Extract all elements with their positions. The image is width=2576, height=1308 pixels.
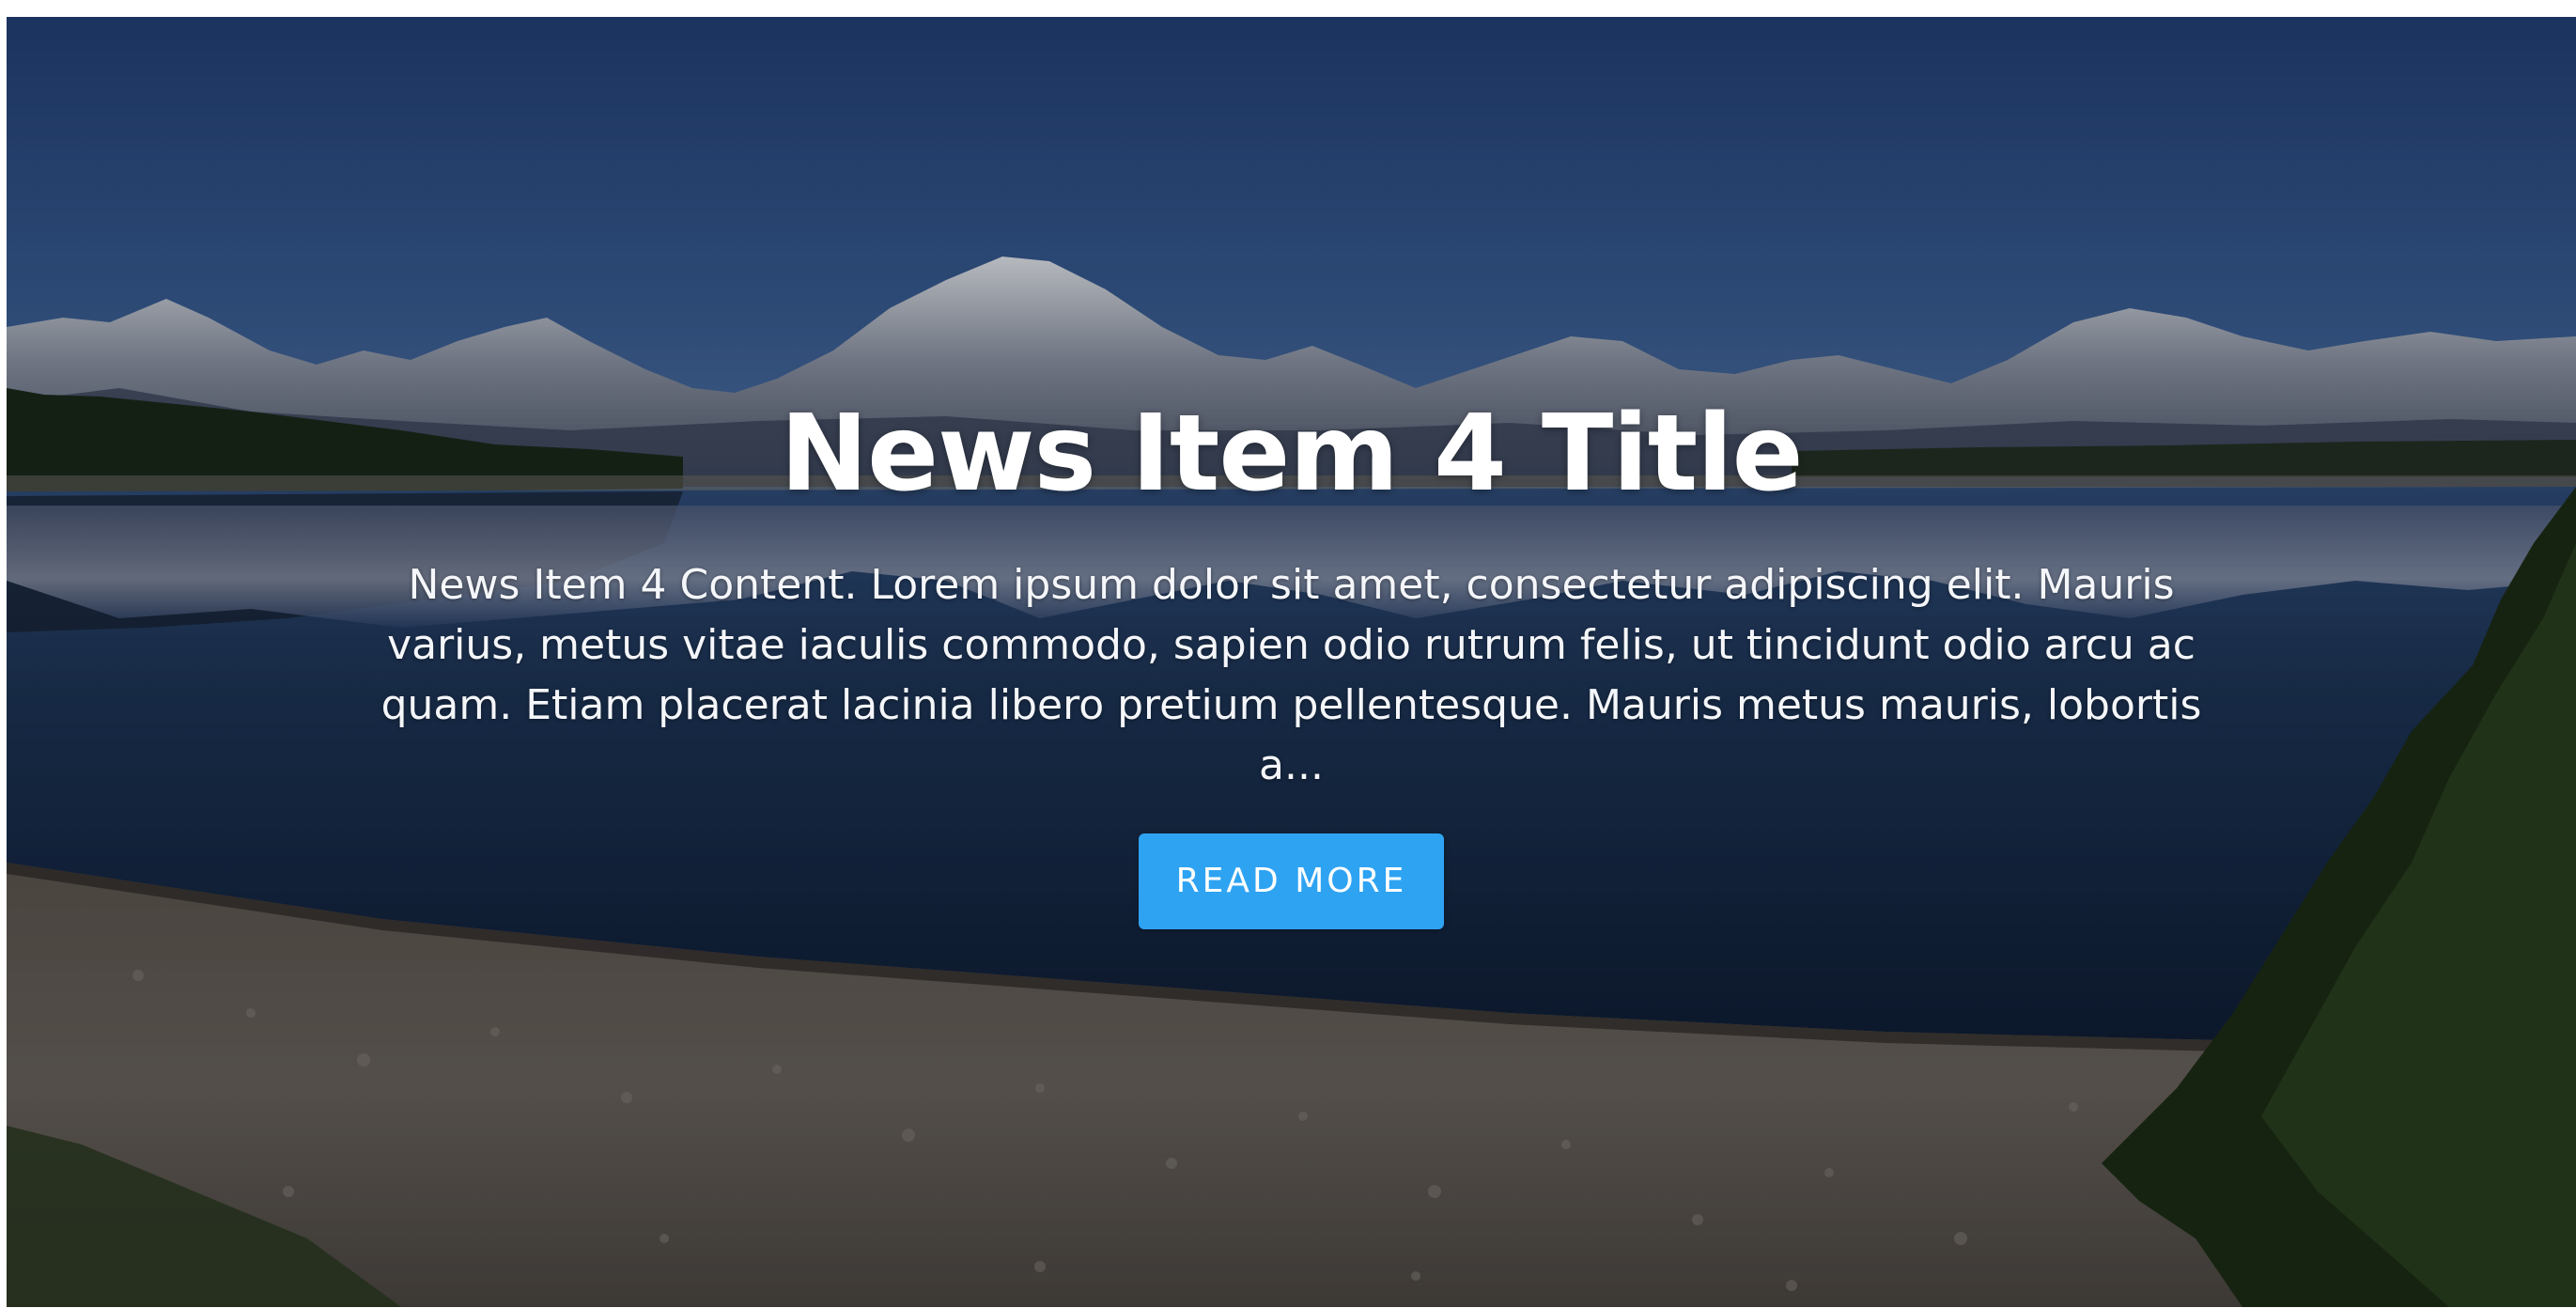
read-more-button[interactable]: READ MORE bbox=[1139, 833, 1444, 929]
slide-content: News Item 4 Title News Item 4 Content. L… bbox=[7, 388, 2576, 929]
news-slider: News Item 4 Title News Item 4 Content. L… bbox=[7, 17, 2576, 1307]
slide-description: News Item 4 Content. Lorem ipsum dolor s… bbox=[380, 561, 2202, 789]
slide-title: News Item 4 Title bbox=[780, 393, 1803, 515]
